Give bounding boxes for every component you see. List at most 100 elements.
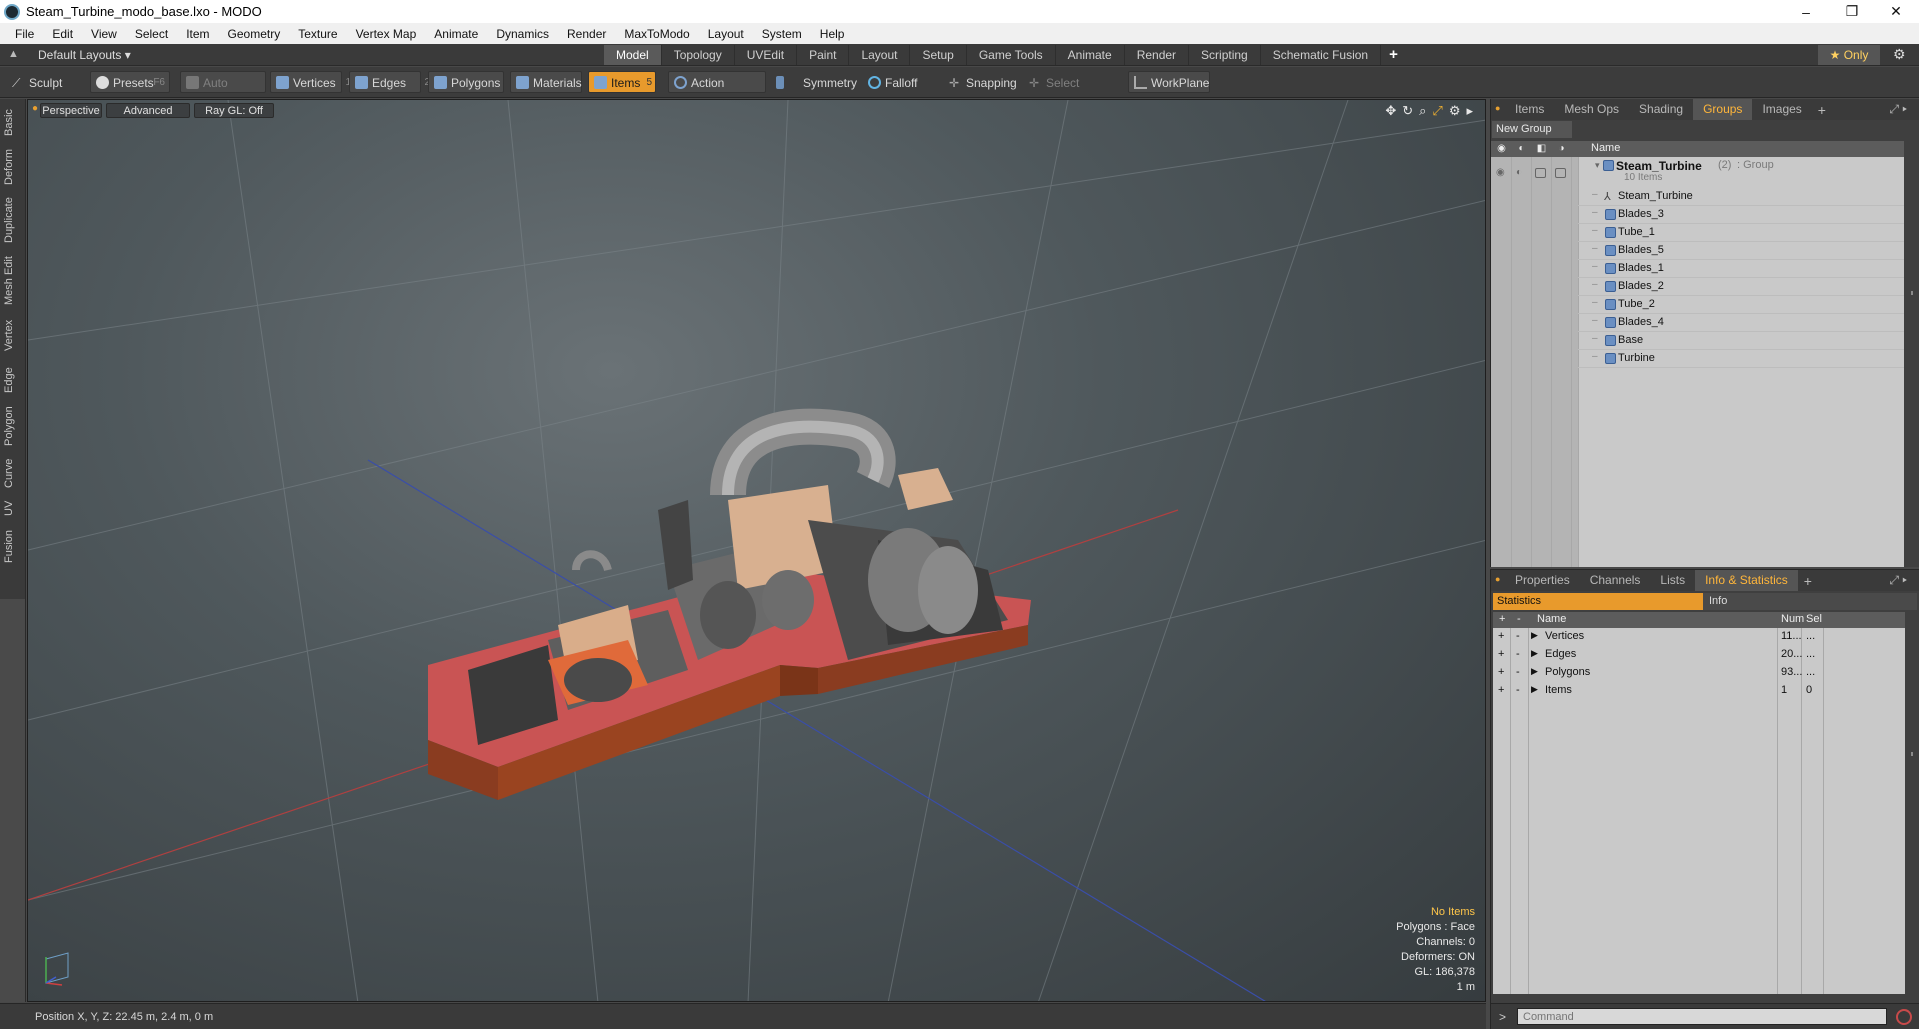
tab-groups[interactable]: Groups bbox=[1693, 99, 1753, 120]
tool-tab-curve[interactable]: Curve bbox=[3, 455, 23, 491]
menu-dynamics[interactable]: Dynamics bbox=[487, 27, 558, 41]
expand-arrow-icon[interactable]: ▶ bbox=[1531, 684, 1538, 695]
tab-game-tools[interactable]: Game Tools bbox=[967, 45, 1056, 65]
menu-animate[interactable]: Animate bbox=[425, 27, 487, 41]
materials-button[interactable]: Materials bbox=[510, 71, 582, 93]
group-row-steam-turbine[interactable]: ◉ ◐ ▾ Steam_Turbine (2) : Group 10 Items bbox=[1491, 157, 1904, 187]
menu-layout[interactable]: Layout bbox=[699, 27, 753, 41]
polygons-button[interactable]: Polygons bbox=[428, 71, 504, 93]
only-toggle[interactable]: ★ Only bbox=[1818, 45, 1880, 65]
tab-animate[interactable]: Animate bbox=[1056, 45, 1125, 65]
tab-model[interactable]: Model bbox=[604, 45, 662, 65]
tab-mesh-ops[interactable]: Mesh Ops bbox=[1554, 99, 1629, 120]
expand-arrow-icon[interactable]: ▶ bbox=[1531, 630, 1538, 641]
menu-system[interactable]: System bbox=[753, 27, 811, 41]
expand-all-icon[interactable]: + bbox=[1499, 613, 1505, 625]
stat-row-vertices[interactable]: + - ▶ Vertices 11... ... bbox=[1493, 628, 1906, 646]
tab-layout[interactable]: Layout bbox=[849, 45, 911, 65]
snapping-button[interactable]: ✛ Snapping bbox=[943, 71, 1017, 93]
tool-tab-uv[interactable]: UV bbox=[3, 497, 23, 519]
record-macro-icon[interactable] bbox=[1896, 1009, 1912, 1025]
tab-properties[interactable]: Properties bbox=[1505, 570, 1580, 591]
tab-images[interactable]: Images bbox=[1752, 99, 1811, 120]
viewport-settings-icon[interactable]: ⚙ bbox=[1449, 103, 1461, 119]
tab-shading[interactable]: Shading bbox=[1629, 99, 1693, 120]
panel-expand-icon[interactable]: ⤢ ▸ bbox=[1889, 573, 1907, 588]
render-toggle-icon[interactable]: ◐ bbox=[1516, 167, 1522, 178]
tab-setup[interactable]: Setup bbox=[910, 45, 967, 65]
select-column-icon[interactable]: ◑ bbox=[1555, 143, 1568, 155]
tool-tab-duplicate[interactable]: Duplicate bbox=[3, 194, 23, 246]
expand-arrow-icon[interactable]: ▶ bbox=[1531, 648, 1538, 659]
view-mode-dropdown[interactable]: Perspective bbox=[40, 103, 102, 118]
viewport-expand-icon[interactable]: ▸ bbox=[1466, 103, 1473, 119]
render-column-icon[interactable]: ◐ bbox=[1515, 143, 1528, 155]
remove-icon[interactable]: - bbox=[1516, 630, 1520, 642]
tool-tab-polygon[interactable]: Polygon bbox=[3, 403, 23, 449]
statistics-scrollbar[interactable] bbox=[1905, 612, 1919, 994]
auto-select-button[interactable]: Auto Select bbox=[180, 71, 266, 112]
maximize-button[interactable]: ❐ bbox=[1829, 0, 1875, 23]
tree-item-turbine[interactable]: – Turbine bbox=[1578, 350, 1904, 368]
layout-collapse-icon[interactable]: ▲ bbox=[8, 48, 19, 60]
items-button[interactable]: Items 5 bbox=[588, 71, 656, 93]
menu-view[interactable]: View bbox=[82, 27, 126, 41]
tab-lists[interactable]: Lists bbox=[1650, 570, 1695, 591]
panel-menu-icon[interactable]: ● bbox=[1495, 574, 1500, 584]
menu-maxtomodo[interactable]: MaxToModo bbox=[615, 27, 698, 41]
tree-item-blades-1[interactable]: – Blades_1 bbox=[1578, 260, 1904, 278]
add-icon[interactable]: + bbox=[1498, 666, 1504, 678]
vertices-button[interactable]: Vertices 1 bbox=[270, 71, 351, 93]
fit-icon[interactable]: ⤢ bbox=[1432, 103, 1442, 119]
tree-item-blades-5[interactable]: – Blades_5 bbox=[1578, 242, 1904, 260]
tool-tab-basic[interactable]: Basic bbox=[3, 105, 23, 141]
tab-paint[interactable]: Paint bbox=[797, 45, 850, 65]
name-header[interactable]: Name bbox=[1537, 613, 1566, 625]
stat-row-items[interactable]: + - ▶ Items 1 0 bbox=[1493, 682, 1906, 700]
rotate-icon[interactable]: ↻ bbox=[1402, 103, 1413, 119]
edges-button[interactable]: Edges 2 bbox=[349, 71, 430, 93]
visibility-eye-icon[interactable]: ◉ bbox=[1496, 167, 1505, 178]
layout-selector[interactable]: Default Layouts ▾ bbox=[38, 48, 131, 62]
command-input[interactable] bbox=[1517, 1008, 1887, 1025]
minimize-button[interactable]: – bbox=[1783, 0, 1829, 23]
tool-tab-vertex[interactable]: Vertex bbox=[3, 315, 23, 355]
num-header[interactable]: Num bbox=[1781, 613, 1804, 625]
menu-geometry[interactable]: Geometry bbox=[219, 27, 290, 41]
tab-channels[interactable]: Channels bbox=[1580, 570, 1651, 591]
tree-item-tube-2[interactable]: – Tube_2 bbox=[1578, 296, 1904, 314]
select-toggle-icon[interactable] bbox=[1555, 168, 1566, 178]
lock-column-icon[interactable]: ◧ bbox=[1535, 143, 1548, 155]
select-through-button[interactable]: ✛ Select Through bbox=[1023, 71, 1121, 112]
raygl-toggle[interactable]: Ray GL: Off bbox=[194, 103, 274, 118]
expand-arrow-icon[interactable]: ▶ bbox=[1531, 666, 1538, 677]
gear-icon[interactable]: ⚙ bbox=[1893, 46, 1906, 63]
tree-item-tube-1[interactable]: – Tube_1 bbox=[1578, 224, 1904, 242]
subtab-info[interactable]: Info bbox=[1705, 593, 1915, 610]
tab-uvedit[interactable]: UVEdit bbox=[735, 45, 798, 65]
add-tab-button[interactable]: + bbox=[1381, 45, 1406, 65]
add-icon[interactable]: + bbox=[1498, 630, 1504, 642]
tab-schematic-fusion[interactable]: Schematic Fusion bbox=[1261, 45, 1382, 65]
action-center-button[interactable]: Action Center bbox=[668, 71, 766, 112]
tree-item-blades-3[interactable]: – Blades_3 bbox=[1578, 206, 1904, 224]
add-icon[interactable]: + bbox=[1498, 684, 1504, 696]
panel-expand-icon[interactable]: ⤢ ▸ bbox=[1889, 102, 1907, 117]
stat-row-edges[interactable]: + - ▶ Edges 20... ... bbox=[1493, 646, 1906, 664]
menu-texture[interactable]: Texture bbox=[289, 27, 346, 41]
workplane-button[interactable]: WorkPlane bbox=[1128, 71, 1210, 93]
menu-select[interactable]: Select bbox=[126, 27, 177, 41]
subtab-statistics[interactable]: Statistics bbox=[1493, 593, 1703, 610]
groups-scrollbar[interactable] bbox=[1905, 141, 1919, 567]
remove-icon[interactable]: - bbox=[1516, 666, 1520, 678]
menu-file[interactable]: File bbox=[6, 27, 43, 41]
lock-toggle-icon[interactable] bbox=[1535, 168, 1546, 178]
remove-icon[interactable]: - bbox=[1516, 648, 1520, 660]
tool-tab-edge[interactable]: Edge bbox=[3, 363, 23, 397]
tab-render[interactable]: Render bbox=[1125, 45, 1190, 65]
tab-items[interactable]: Items bbox=[1505, 99, 1554, 120]
tab-info-statistics[interactable]: Info & Statistics bbox=[1695, 570, 1798, 591]
tool-tab-fusion[interactable]: Fusion bbox=[3, 527, 23, 565]
tree-item-base[interactable]: – Base bbox=[1578, 332, 1904, 350]
steam-turbine-model[interactable] bbox=[428, 408, 1031, 800]
